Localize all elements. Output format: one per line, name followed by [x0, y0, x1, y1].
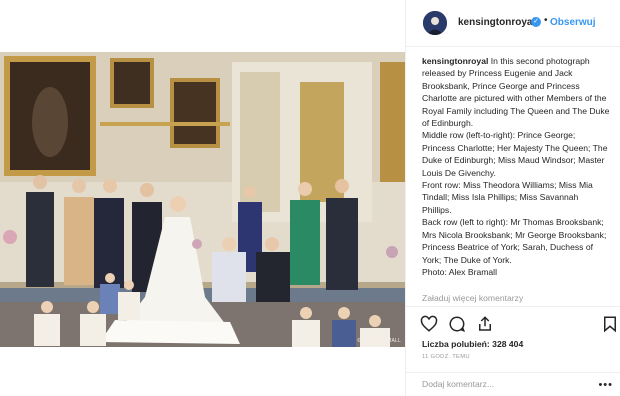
post-header: kensingtonroyal ✓ • Obserwuj [406, 0, 620, 47]
photo-watermark: ©ALEX BRAMALL [357, 338, 401, 344]
wedding-group-photo [0, 52, 405, 347]
comment-icon[interactable] [448, 315, 466, 333]
avatar-image [423, 11, 447, 35]
caption-front-row: Front row: Miss Theodora Williams; Miss … [422, 180, 593, 215]
caption-text: In this second photograph released by Pr… [422, 56, 610, 129]
separator-dot: • [544, 15, 548, 26]
post-sidebar: kensingtonroyal ✓ • Obserwuj kensingtonr… [405, 0, 620, 396]
caption-middle-row: Middle row (left-to-right): Prince Georg… [422, 130, 608, 178]
heart-icon[interactable] [420, 315, 438, 333]
more-options-icon[interactable]: ••• [598, 379, 613, 391]
caption-back-row: Back row (left to right): Mr Thomas Broo… [422, 217, 607, 265]
bookmark-icon[interactable] [601, 315, 619, 333]
action-section: Liczba polubień: 328 404 11 GODZ. TEMU •… [406, 306, 620, 396]
comment-bar: ••• [406, 372, 620, 396]
username[interactable]: kensingtonroyal [458, 17, 535, 28]
caption-username[interactable]: kensingtonroyal [422, 56, 488, 66]
comment-input[interactable] [422, 379, 582, 389]
load-more-comments[interactable]: Załaduj więcej komentarzy [422, 293, 523, 303]
avatar[interactable] [423, 11, 447, 35]
share-icon[interactable] [476, 315, 494, 333]
verified-icon: ✓ [531, 17, 541, 27]
follow-button[interactable]: Obserwuj [550, 17, 596, 28]
caption-intro: kensingtonroyal In this second photograp… [422, 55, 610, 129]
post-caption: kensingtonroyal In this second photograp… [422, 55, 610, 278]
likes-count[interactable]: Liczba polubień: 328 404 [422, 339, 523, 349]
post-time[interactable]: 11 GODZ. TEMU [422, 354, 470, 360]
caption-photo-credit: Photo: Alex Bramall [422, 266, 497, 277]
post-photo[interactable]: ©ALEX BRAMALL [0, 52, 405, 347]
